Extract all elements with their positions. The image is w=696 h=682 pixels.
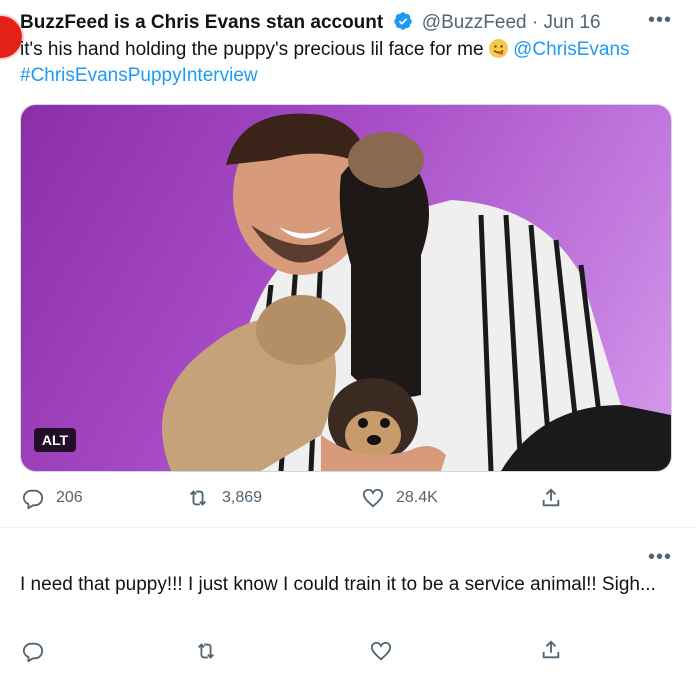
reply-like-button[interactable] [370, 640, 404, 662]
reply-icon [22, 642, 44, 662]
reply-more-options-icon[interactable]: ••• [648, 546, 672, 569]
reply-icon [22, 489, 44, 509]
tweet-divider [0, 527, 696, 528]
alt-text-badge[interactable]: ALT [34, 428, 76, 452]
tweet-header: BuzzFeed is a Chris Evans stan account @… [20, 11, 601, 38]
share-icon [542, 640, 560, 659]
hashtag-link[interactable]: #ChrisEvansPuppyInterview [20, 65, 258, 86]
like-count: 28.4K [396, 489, 438, 506]
tweet-text: it's his hand holding the puppy's precio… [20, 37, 670, 89]
reply-count: 206 [56, 489, 83, 506]
share-button[interactable] [540, 486, 574, 510]
display-name[interactable]: BuzzFeed is a Chris Evans stan account [20, 12, 383, 33]
reply-tweet-text: I need that puppy!!! I just know I could… [20, 574, 656, 595]
heart-icon [362, 488, 384, 508]
reply-reply-button[interactable] [22, 640, 56, 662]
retweet-icon [190, 490, 206, 506]
like-button[interactable]: 28.4K [362, 487, 438, 509]
separator-dot: · [531, 12, 539, 33]
tweet-date[interactable]: Jun 16 [544, 12, 601, 33]
retweet-count: 3,869 [222, 489, 263, 506]
tweet-media-image[interactable] [20, 104, 672, 472]
heart-icon [370, 641, 392, 661]
more-options-icon[interactable]: ••• [648, 9, 672, 32]
reply-retweet-button[interactable] [194, 640, 230, 662]
reply-share-button[interactable] [540, 638, 574, 662]
share-icon [542, 488, 560, 507]
retweet-button[interactable]: 3,869 [186, 487, 262, 509]
mention-link[interactable]: @ChrisEvans [513, 39, 629, 60]
tweet-text-body: it's his hand holding the puppy's precio… [20, 39, 489, 60]
verified-badge-icon [393, 11, 413, 38]
yum-emoji-icon [488, 39, 508, 58]
reply-button[interactable]: 206 [22, 487, 83, 509]
handle[interactable]: @BuzzFeed [422, 12, 527, 33]
retweet-icon [198, 643, 214, 659]
